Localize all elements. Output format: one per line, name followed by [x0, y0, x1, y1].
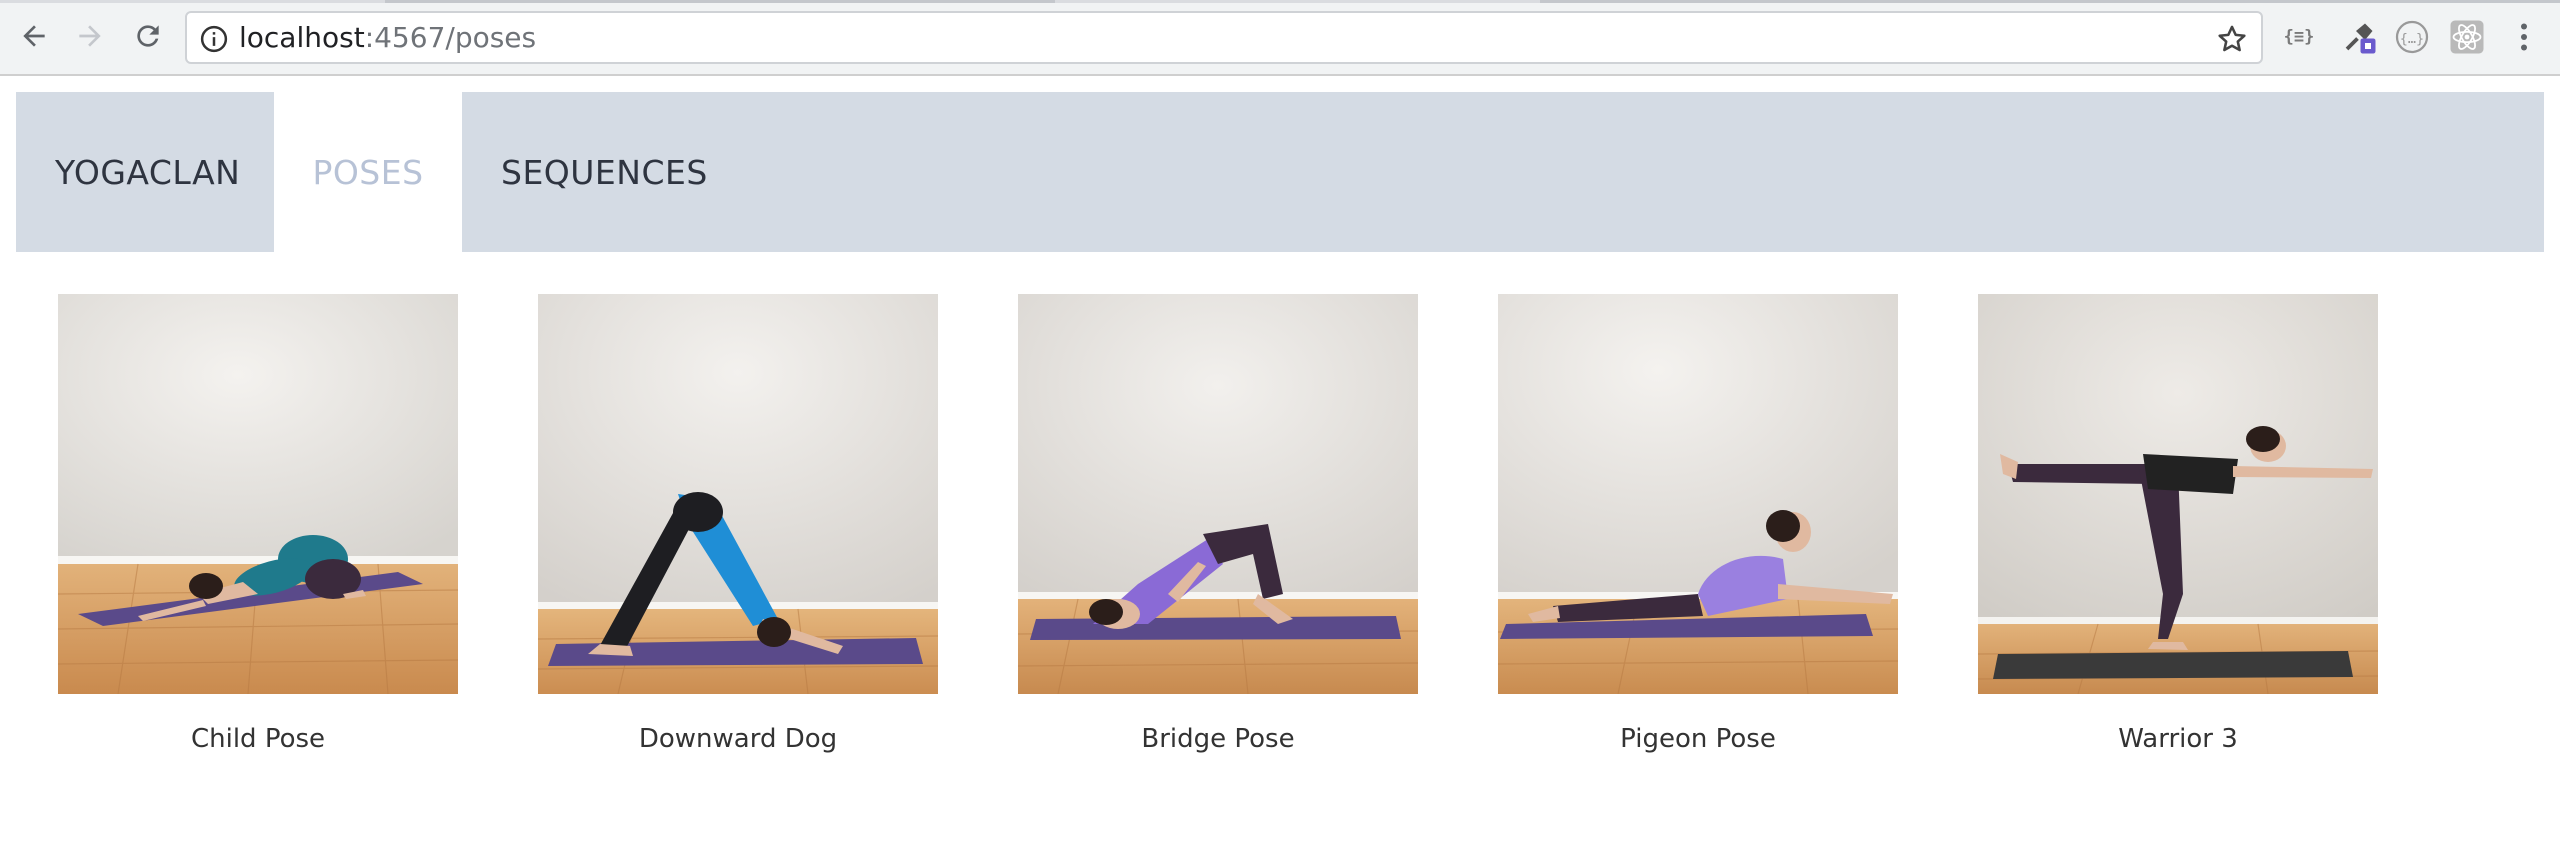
brand-link[interactable]: YOGACLAN	[16, 92, 274, 252]
app-nav: YOGACLAN POSES SEQUENCES	[16, 92, 2544, 252]
info-icon[interactable]	[199, 24, 229, 54]
url-path: :4567/poses	[364, 21, 537, 54]
code-extension-icon: {…}	[2395, 20, 2429, 54]
poses-grid: Child Pose Downward Dog Bridge Pose Pige…	[0, 294, 2560, 774]
code-extension[interactable]: {…}	[2393, 18, 2431, 56]
pose-card-warrior-3[interactable]: Warrior 3	[1978, 294, 2378, 774]
reload-icon	[137, 25, 159, 47]
tab-sequences[interactable]: SEQUENCES	[462, 92, 708, 252]
more-vert-icon	[2521, 23, 2527, 51]
pose-name[interactable]: Warrior 3	[1978, 724, 2378, 754]
tab-poses[interactable]: POSES	[274, 92, 462, 252]
address-bar[interactable]: localhost:4567/poses	[185, 11, 2263, 64]
url-host: localhost	[239, 21, 365, 54]
pose-name[interactable]: Bridge Pose	[1018, 724, 1418, 754]
arrow-right-icon	[79, 25, 101, 47]
bookmark-star-icon[interactable]	[2215, 22, 2249, 56]
reload-button[interactable]	[128, 16, 168, 56]
pose-name[interactable]: Pigeon Pose	[1498, 724, 1898, 754]
eyedropper-extension-icon	[2345, 23, 2376, 54]
pose-card-bridge-pose[interactable]: Bridge Pose	[1018, 294, 1418, 774]
pose-image[interactable]	[1978, 294, 2378, 694]
pose-image[interactable]	[538, 294, 938, 694]
pose-image[interactable]	[58, 294, 458, 694]
pose-name[interactable]: Child Pose	[58, 724, 458, 754]
arrow-left-icon	[23, 25, 45, 47]
browser-toolbar: localhost:4567/poses {≡} {…}	[0, 0, 2560, 76]
url-text[interactable]: localhost:4567/poses	[239, 13, 536, 62]
eyedropper-extension[interactable]	[2340, 18, 2378, 56]
json-formatter-extension[interactable]: {≡}	[2280, 18, 2318, 56]
back-button[interactable]	[14, 16, 54, 56]
react-devtools-icon	[2450, 20, 2484, 54]
json-formatter-icon: {≡}	[2283, 27, 2315, 47]
pose-image[interactable]	[1018, 294, 1418, 694]
react-devtools-extension[interactable]	[2448, 18, 2486, 56]
pose-card-downward-dog[interactable]: Downward Dog	[538, 294, 938, 774]
pose-card-pigeon-pose[interactable]: Pigeon Pose	[1498, 294, 1898, 774]
tab-strip-edge	[0, 0, 2560, 3]
pose-name[interactable]: Downward Dog	[538, 724, 938, 754]
svg-text:{…}: {…}	[2400, 31, 2424, 47]
forward-button[interactable]	[70, 16, 110, 56]
pose-card-child-pose[interactable]: Child Pose	[58, 294, 458, 774]
menu-button[interactable]	[2505, 18, 2543, 56]
pose-image[interactable]	[1498, 294, 1898, 694]
